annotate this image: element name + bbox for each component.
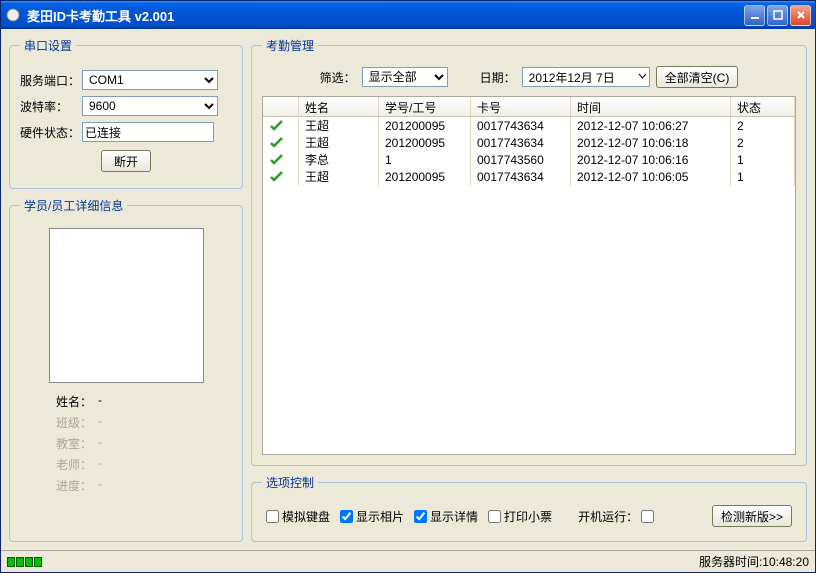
- detail-name-label: 姓名：: [50, 393, 92, 410]
- cell-name: 王超: [299, 166, 379, 187]
- hw-status-field: [82, 122, 214, 142]
- chevron-down-icon: [638, 70, 647, 84]
- cell-time: 2012-12-07 10:06:05: [571, 168, 731, 186]
- date-picker[interactable]: 2012年12月 7日: [522, 67, 650, 87]
- hw-label: 硬件状态：: [20, 124, 82, 141]
- sim-keyboard-checkbox[interactable]: 模拟键盘: [266, 508, 330, 525]
- detail-name-value: -: [98, 393, 102, 410]
- date-value: 2012年12月 7日: [529, 69, 615, 86]
- col-time[interactable]: 时间: [571, 97, 731, 116]
- cell-sid: 201200095: [379, 168, 471, 186]
- cell-status: 2: [731, 134, 795, 152]
- titlebar: 麦田ID卡考勤工具 v2.001: [1, 1, 815, 29]
- detail-progress-label: 进度：: [50, 477, 92, 494]
- table-row[interactable]: 王超20120009500177436342012-12-07 10:06:05…: [263, 168, 795, 185]
- detail-room-value: -: [98, 435, 102, 452]
- window-title: 麦田ID卡考勤工具 v2.001: [27, 6, 744, 25]
- options-group: 选项控制 模拟键盘 显示相片 显示详情 打印小票 开机运行： 检测新版>>: [251, 474, 807, 542]
- cell-status: 1: [731, 151, 795, 169]
- cell-sid: 201200095: [379, 134, 471, 152]
- close-button[interactable]: [790, 5, 811, 26]
- autorun-checkbox[interactable]: 开机运行：: [578, 508, 654, 525]
- clear-all-button[interactable]: 全部清空(C): [656, 66, 739, 88]
- cell-card: 0017743634: [471, 168, 571, 186]
- cell-sid: 201200095: [379, 117, 471, 135]
- print-ticket-checkbox[interactable]: 打印小票: [488, 508, 552, 525]
- attendance-group: 考勤管理 筛选： 显示全部 日期： 2012年12月 7日 全部清空(C): [251, 37, 807, 466]
- connection-led-icon: [7, 557, 42, 567]
- baud-label: 波特率：: [20, 98, 82, 115]
- detail-legend: 学员/员工详细信息: [20, 197, 127, 214]
- show-detail-checkbox[interactable]: 显示详情: [414, 508, 478, 525]
- col-name[interactable]: 姓名: [299, 97, 379, 116]
- date-label: 日期：: [480, 69, 516, 86]
- attendance-table: 姓名 学号/工号 卡号 时间 状态 王超20120009500177436342…: [262, 96, 796, 455]
- disconnect-button[interactable]: 断开: [101, 150, 151, 172]
- detail-class-label: 班级：: [50, 414, 92, 431]
- cell-status: 2: [731, 117, 795, 135]
- detail-class-value: -: [98, 414, 102, 431]
- detail-teacher-label: 老师：: [50, 456, 92, 473]
- attendance-legend: 考勤管理: [262, 37, 318, 54]
- server-time-label: 服务器时间:: [699, 553, 762, 570]
- check-update-button[interactable]: 检测新版>>: [712, 505, 792, 527]
- check-icon: [269, 137, 292, 149]
- detail-room-label: 教室：: [50, 435, 92, 452]
- check-icon: [269, 120, 292, 132]
- cell-time: 2012-12-07 10:06:27: [571, 117, 731, 135]
- show-photo-checkbox[interactable]: 显示相片: [340, 508, 404, 525]
- detail-photo: [49, 228, 204, 383]
- check-icon: [269, 154, 292, 166]
- baud-select[interactable]: 9600: [82, 96, 218, 116]
- table-header: 姓名 学号/工号 卡号 时间 状态: [263, 97, 795, 117]
- col-sid[interactable]: 学号/工号: [379, 97, 471, 116]
- filter-select[interactable]: 显示全部: [362, 67, 448, 87]
- col-status[interactable]: 状态: [731, 97, 795, 116]
- port-label: 服务端口：: [20, 72, 82, 89]
- detail-info-group: 学员/员工详细信息 姓名：- 班级：- 教室：- 老师：- 进度：-: [9, 197, 243, 542]
- port-select[interactable]: COM1: [82, 70, 218, 90]
- serial-legend: 串口设置: [20, 37, 76, 54]
- cell-card: 0017743634: [471, 134, 571, 152]
- col-card[interactable]: 卡号: [471, 97, 571, 116]
- detail-progress-value: -: [98, 477, 102, 494]
- serial-settings-group: 串口设置 服务端口： COM1 波特率： 9600 硬件状态：: [9, 37, 243, 189]
- cell-time: 2012-12-07 10:06:16: [571, 151, 731, 169]
- col-check[interactable]: [263, 97, 299, 116]
- cell-sid: 1: [379, 151, 471, 169]
- filter-label: 筛选：: [320, 69, 356, 86]
- check-icon: [269, 171, 292, 183]
- server-time-value: 10:48:20: [762, 555, 809, 569]
- app-icon: [5, 7, 21, 23]
- cell-card: 0017743560: [471, 151, 571, 169]
- statusbar: 服务器时间: 10:48:20: [1, 550, 815, 572]
- options-legend: 选项控制: [262, 474, 318, 491]
- cell-card: 0017743634: [471, 117, 571, 135]
- maximize-button[interactable]: [767, 5, 788, 26]
- cell-time: 2012-12-07 10:06:18: [571, 134, 731, 152]
- table-body[interactable]: 王超20120009500177436342012-12-07 10:06:27…: [263, 117, 795, 454]
- detail-teacher-value: -: [98, 456, 102, 473]
- minimize-button[interactable]: [744, 5, 765, 26]
- cell-status: 1: [731, 168, 795, 186]
